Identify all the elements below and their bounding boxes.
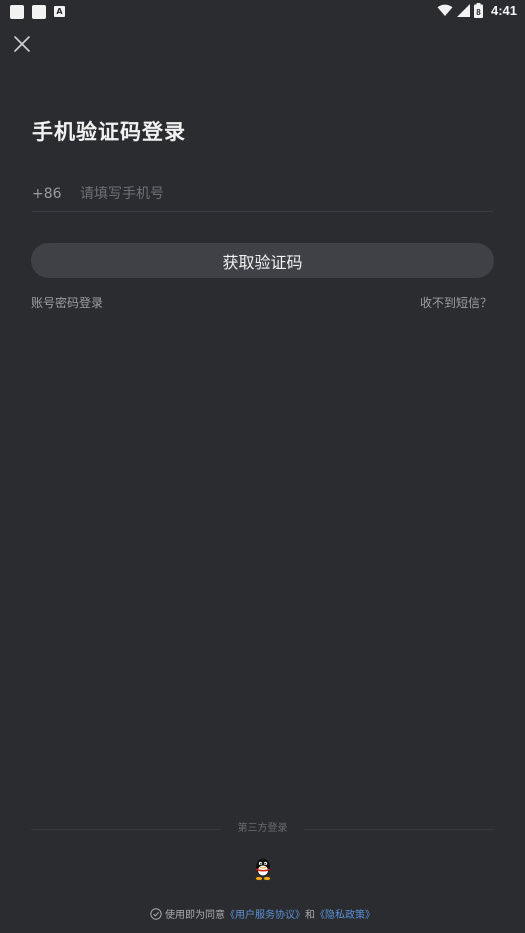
- password-login-link[interactable]: 账号密码登录: [31, 294, 103, 311]
- close-icon: [14, 36, 30, 52]
- third-party-label: 第三方登录: [237, 823, 288, 834]
- system-icons: 8 4:41: [437, 3, 517, 18]
- agreement-prefix: 使用即为同意: [165, 910, 225, 921]
- agreement-row: 使用即为同意 《用户服务协议》 和 《隐私政策》: [0, 906, 525, 921]
- agreement-conjunction: 和: [305, 910, 315, 921]
- country-code-selector[interactable]: +86: [32, 186, 80, 202]
- phone-input[interactable]: [80, 185, 493, 202]
- no-sms-link[interactable]: 收不到短信？: [420, 294, 492, 311]
- third-party-divider: 第三方登录: [31, 822, 494, 836]
- agree-checkbox-icon[interactable]: [150, 907, 162, 920]
- privacy-policy-link[interactable]: 《隐私政策》: [315, 906, 375, 921]
- notification-icon: [32, 5, 46, 19]
- notification-icons: A: [10, 5, 65, 19]
- qq-login-button[interactable]: [251, 856, 275, 882]
- close-button[interactable]: [12, 34, 32, 54]
- phone-row: +86: [32, 176, 493, 212]
- qq-icon: [255, 858, 271, 881]
- page-title: 手机验证码登录: [32, 120, 186, 144]
- get-code-button[interactable]: 获取验证码: [31, 243, 494, 278]
- service-agreement-link[interactable]: 《用户服务协议》: [225, 906, 305, 921]
- battery-level: 8: [476, 8, 481, 17]
- app-notification-icon: A: [54, 6, 65, 17]
- login-screen: A 8 4:41 手机验证码登录 +86 获取验证码 账号: [0, 0, 525, 933]
- status-bar: A 8 4:41: [0, 0, 525, 24]
- clock: 4:41: [490, 3, 517, 18]
- battery-icon: 8: [473, 3, 483, 18]
- signal-icon: [456, 4, 470, 17]
- notification-icon: [10, 5, 24, 19]
- wifi-icon: [437, 4, 453, 16]
